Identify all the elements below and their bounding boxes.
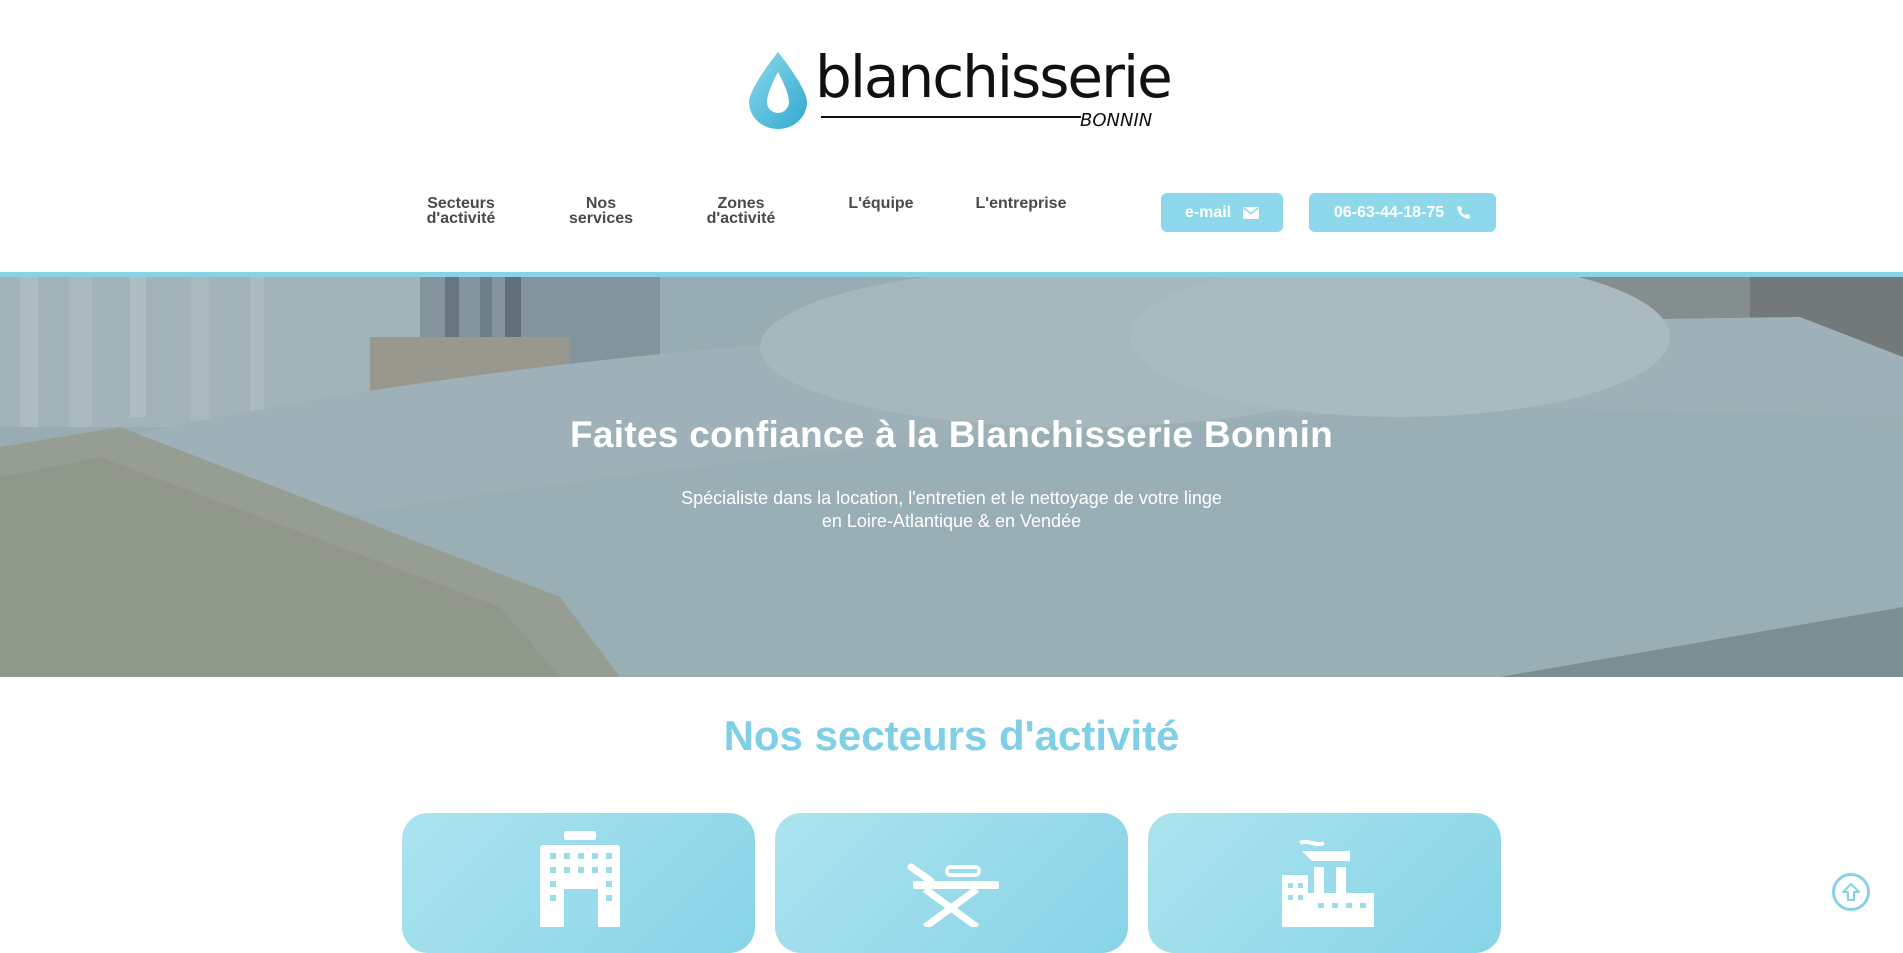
hero-overlay (0, 277, 1903, 677)
hero-banner: Faites confiance à la Blanchisserie Bonn… (0, 277, 1903, 677)
nav-label: Nos (585, 195, 617, 212)
nav-label: d'activité (706, 210, 776, 227)
sector-card-industry[interactable] (1148, 813, 1501, 953)
envelope-icon (1243, 206, 1260, 219)
phone-button[interactable]: 06-63-44-18-75 (1309, 193, 1496, 232)
nav-label: Zones (717, 195, 765, 212)
water-drop-icon (749, 52, 807, 129)
factory-icon (1282, 839, 1374, 927)
phone-icon (1457, 206, 1470, 219)
hotel-building-icon (540, 831, 620, 927)
nav-services[interactable]: Nos services (536, 195, 666, 227)
email-button[interactable]: e-mail (1161, 193, 1283, 232)
nav-entreprise[interactable]: L'entreprise (956, 195, 1086, 212)
arrow-up-circle-icon (1842, 883, 1860, 901)
nav-label: L'équipe (848, 195, 914, 212)
nav-equipe[interactable]: L'équipe (816, 195, 946, 212)
nav-label: L'entreprise (975, 195, 1067, 212)
brand-name: blanchisserie (815, 43, 1173, 111)
sector-card-medical[interactable] (775, 813, 1128, 953)
nav-label: Secteurs (427, 195, 495, 212)
hero-subtitle-line: en Loire-Atlantique & en Vendée (821, 511, 1082, 531)
scroll-to-top-button[interactable] (1832, 873, 1870, 911)
phone-label: 06-63-44-18-75 (1333, 203, 1445, 221)
brand-subname: BONNIN (1080, 110, 1153, 131)
sectors-title: Nos secteurs d'activité (723, 712, 1180, 759)
hero-title: Faites confiance à la Blanchisserie Bonn… (569, 414, 1334, 455)
logo-underline (821, 116, 1081, 118)
hero-subtitle: Spécialiste dans la location, l'entretie… (0, 487, 1903, 533)
nav-zones[interactable]: Zones d'activité (676, 195, 806, 227)
email-label: e-mail (1184, 203, 1232, 221)
medical-stretcher-icon (907, 863, 999, 927)
nav-label: d'activité (426, 210, 496, 227)
nav-secteurs[interactable]: Secteurs d'activité (396, 195, 526, 227)
sector-card-hotel[interactable] (402, 813, 755, 953)
nav-label: services (568, 210, 634, 227)
hero-subtitle-line: Spécialiste dans la location, l'entretie… (681, 488, 1222, 508)
site-logo[interactable]: blanchisserie BONNIN (745, 48, 1173, 132)
